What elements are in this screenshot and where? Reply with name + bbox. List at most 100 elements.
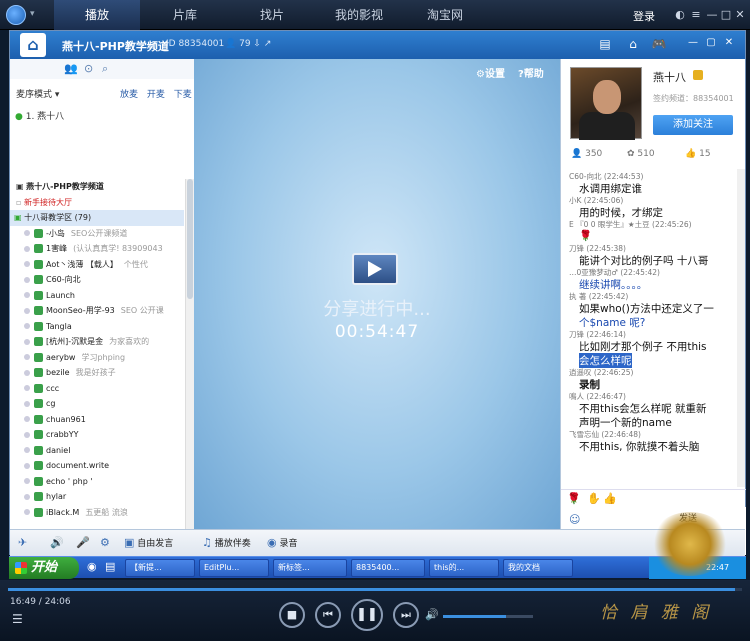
- tree-scroll-thumb[interactable]: [187, 179, 193, 299]
- tab-play[interactable]: 播放: [54, 0, 140, 30]
- tree-root[interactable]: ▣ 燕十八-PHP教学频道: [10, 179, 184, 195]
- tree-user-row[interactable]: C60-向北: [10, 272, 184, 288]
- next-button[interactable]: ⏭: [393, 602, 419, 628]
- tree-user-row[interactable]: Tangla: [10, 319, 184, 335]
- tree-scrollbar[interactable]: [185, 179, 194, 529]
- tree-user-row[interactable]: echo ' php ': [10, 474, 184, 490]
- skin-icon[interactable]: ◐: [673, 8, 687, 21]
- game-icon[interactable]: 🎮: [651, 37, 667, 51]
- menu-icon[interactable]: ≡: [689, 8, 703, 21]
- chwin-close-icon[interactable]: ✕: [721, 37, 737, 48]
- prev-button[interactable]: ⏮: [315, 602, 341, 628]
- tree-user-row[interactable]: bezile 我是好孩子: [10, 365, 184, 381]
- gift-icon[interactable]: ✋: [587, 492, 601, 505]
- chat-message: 🌹: [579, 230, 593, 242]
- task-2[interactable]: EditPlu...: [199, 559, 269, 577]
- play-accompaniment-button[interactable]: ♫ 播放伴奏: [202, 536, 251, 549]
- volume-icon[interactable]: 🔊: [425, 608, 439, 621]
- rose-icon[interactable]: 🌹: [567, 492, 581, 505]
- tree-user-row[interactable]: document.write: [10, 458, 184, 474]
- tree-user-row[interactable]: daniel: [10, 443, 184, 459]
- members-icon[interactable]: 👥: [64, 62, 78, 75]
- task-4[interactable]: 8835400...: [351, 559, 425, 577]
- task-3[interactable]: 新标签...: [273, 559, 347, 577]
- user-avatar-icon: [34, 306, 43, 315]
- pause-button[interactable]: ❚❚: [351, 599, 383, 631]
- download-icon[interactable]: ⇩: [253, 39, 261, 49]
- home-icon[interactable]: ⌂: [20, 33, 46, 57]
- start-button[interactable]: 开始: [9, 557, 79, 579]
- mic-icon[interactable]: 🎤: [76, 536, 90, 549]
- task-6[interactable]: 我的文档: [503, 559, 573, 577]
- list-icon[interactable]: ▤: [597, 37, 613, 51]
- swallow-icon[interactable]: ✈: [18, 536, 27, 549]
- home-nav-icon[interactable]: ⌂: [625, 37, 641, 51]
- avatar[interactable]: [570, 67, 642, 140]
- screen-share-icon: [352, 253, 398, 285]
- settings-button[interactable]: ⚙设置: [476, 65, 505, 80]
- speaker-icon[interactable]: 🔊: [50, 536, 64, 549]
- status-dot-icon: [24, 245, 30, 252]
- playlist-icon[interactable]: ☰: [12, 612, 23, 626]
- emoji-icon[interactable]: ☺: [569, 513, 580, 526]
- free-speak-button[interactable]: ▣ 自由发言: [124, 536, 173, 549]
- tree-user-row[interactable]: chuan961: [10, 412, 184, 428]
- tree-user-row[interactable]: ccc: [10, 381, 184, 397]
- windows-taskbar: 开始 ◉ ▤ 【新提... EditPlu... 新标签... 8835400.…: [9, 556, 746, 579]
- mode-link-open[interactable]: 开麦: [147, 90, 165, 100]
- mic-settings-icon[interactable]: ⚙: [100, 536, 110, 549]
- tree-group[interactable]: ▣ 十八哥教学区 (79): [10, 210, 184, 226]
- tree-user-row[interactable]: Aot丶浅薄 【载人】 个性代: [10, 257, 184, 273]
- stop-button[interactable]: ■: [279, 602, 305, 628]
- share-icon[interactable]: ↗: [264, 39, 272, 49]
- minimize-icon[interactable]: —: [705, 8, 719, 21]
- menu-arrow-icon[interactable]: ▾: [30, 9, 35, 19]
- location-icon[interactable]: ⊙: [84, 62, 93, 75]
- tab-my-videos[interactable]: 我的影视: [316, 0, 402, 30]
- search-icon[interactable]: ⌕: [102, 62, 108, 76]
- task-5[interactable]: this的...: [429, 559, 499, 577]
- login-button[interactable]: 登录: [633, 8, 655, 24]
- mode-link-down[interactable]: 下麦: [174, 90, 192, 100]
- user-avatar-icon: [34, 244, 43, 253]
- tree-user-row[interactable]: iBlack.M 五更船 流浪: [10, 505, 184, 521]
- tree-user-row[interactable]: crabbYY: [10, 427, 184, 443]
- folder-icon[interactable]: ▤: [105, 560, 115, 573]
- mode-link-release[interactable]: 放麦: [120, 90, 138, 100]
- help-button[interactable]: ?帮助: [518, 65, 544, 80]
- volume-slider[interactable]: [443, 615, 533, 618]
- chat-message: 个$name 呢?: [579, 317, 646, 329]
- tree-user-row[interactable]: [杭州]-沉默是金 为家喜欢的: [10, 334, 184, 350]
- status-dot-icon: [24, 462, 30, 469]
- tab-library[interactable]: 片库: [142, 0, 228, 30]
- tab-taobao[interactable]: 淘宝网: [402, 0, 488, 30]
- seek-bar[interactable]: [8, 588, 742, 591]
- avatar-face: [593, 80, 621, 114]
- tree-user-row[interactable]: hylar: [10, 489, 184, 505]
- tree-user-row[interactable]: Launch: [10, 288, 184, 304]
- mic-queue-item[interactable]: ● 1. 燕十八: [15, 109, 64, 122]
- thumb-icon[interactable]: 👍: [603, 492, 617, 505]
- chwin-restore-icon[interactable]: ▢: [703, 37, 719, 48]
- close-icon[interactable]: ✕: [733, 8, 747, 21]
- follow-button[interactable]: 添加关注: [653, 115, 733, 135]
- maximize-icon[interactable]: □: [719, 8, 733, 21]
- tree-user-row[interactable]: -小岛 SEO公开课频道: [10, 226, 184, 242]
- mode-select[interactable]: 麦序模式 ▾: [16, 87, 59, 100]
- chat-message: 继续讲啊。。。。: [579, 279, 648, 291]
- status-dot-icon: [24, 493, 30, 500]
- tab-find[interactable]: 找片: [229, 0, 315, 30]
- chat-scrollbar[interactable]: [737, 169, 745, 487]
- app-logo-icon[interactable]: [6, 5, 26, 25]
- chrome-icon[interactable]: ◉: [87, 560, 97, 573]
- record-button[interactable]: ◉ 录音: [267, 536, 298, 549]
- task-1[interactable]: 【新提...: [125, 559, 195, 577]
- tree-user-row[interactable]: MoonSeo-用学-93 SEO 公开课: [10, 303, 184, 319]
- chwin-minimize-icon[interactable]: —: [685, 37, 701, 48]
- tree-user-row[interactable]: 1害峰 (认认真真学! 83909043: [10, 241, 184, 257]
- tree-item-lobby[interactable]: ▫ 新手接待大厅: [10, 195, 184, 211]
- tree-user-row[interactable]: cg: [10, 396, 184, 412]
- tree-user-row[interactable]: aerybw 学习phping: [10, 350, 184, 366]
- top-bar: ▾ 播放 片库 找片 我的影视 淘宝网 登录 ◐ ≡ — □ ✕: [0, 0, 750, 30]
- user-avatar-icon: [34, 275, 43, 284]
